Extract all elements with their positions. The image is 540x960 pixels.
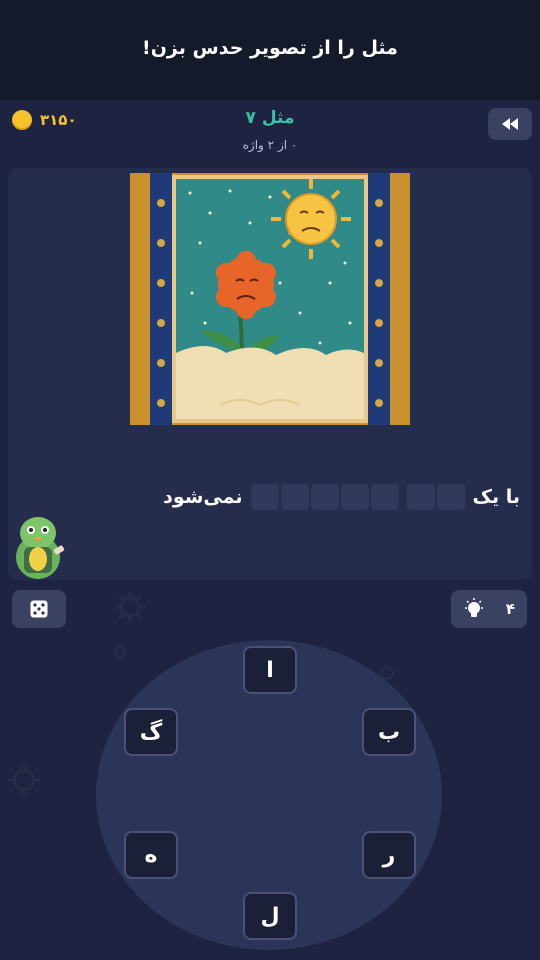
gear-decoration-icon: [8, 764, 40, 796]
letter-tile[interactable]: ب: [362, 708, 416, 756]
proverb-riddle: با یک نمی‌شود: [8, 484, 532, 510]
gear-decoration-icon: [115, 592, 145, 622]
parrot-mascot: [16, 517, 65, 579]
answer-slot[interactable]: [340, 484, 369, 510]
answer-slot[interactable]: [250, 484, 279, 510]
proverb-suffix: نمی‌شود: [163, 486, 243, 508]
answer-word-1[interactable]: [406, 484, 465, 510]
shuffle-dice-button[interactable]: [12, 590, 66, 628]
level-title: مثل ۷: [245, 108, 295, 128]
page-title: مثل را از تصویر حدس بزن!: [142, 37, 398, 59]
lightbulb-icon: [465, 598, 483, 617]
answer-slot[interactable]: [406, 484, 435, 510]
puzzle-image: [130, 173, 410, 425]
rewind-icon: [502, 118, 518, 130]
letter-tile[interactable]: ل: [243, 892, 297, 940]
answer-slot[interactable]: [310, 484, 339, 510]
hint-button[interactable]: ۴: [451, 590, 527, 628]
answer-slot[interactable]: [370, 484, 399, 510]
progress-text: ۰ از ۲ واژه: [242, 138, 298, 152]
rewind-button[interactable]: [488, 108, 532, 140]
letter-wheel[interactable]: ا ب ر ل ه گ: [96, 640, 442, 950]
letter-tile[interactable]: ه: [124, 831, 178, 879]
letter-tile[interactable]: گ: [124, 708, 178, 756]
gear-decoration-icon: [113, 645, 127, 659]
top-bar: مثل را از تصویر حدس بزن!: [0, 0, 540, 100]
dice-icon: [30, 600, 48, 618]
answer-word-2[interactable]: [250, 484, 399, 510]
answer-slot[interactable]: [436, 484, 465, 510]
letter-tile[interactable]: ا: [243, 646, 297, 694]
proverb-prefix: با یک: [472, 486, 520, 508]
hint-count: ۴: [505, 600, 515, 618]
puzzle-card: با یک نمی‌شود: [8, 168, 532, 580]
answer-slot[interactable]: [280, 484, 309, 510]
letter-tile[interactable]: ر: [362, 831, 416, 879]
